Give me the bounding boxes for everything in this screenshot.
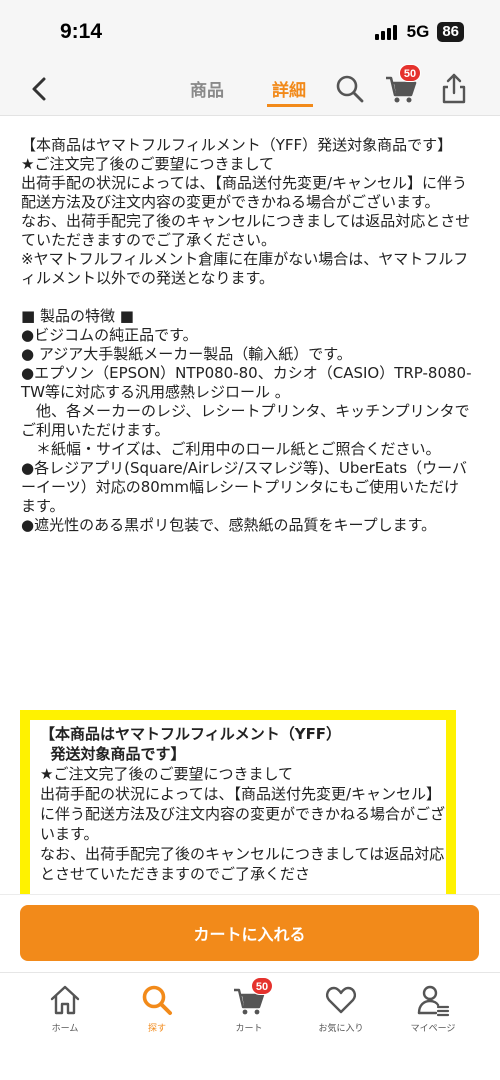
product-detail-content[interactable]: 【本商品はヤマトフルフィルメント（YFF）発送対象商品です】 ★ご注文完了後のご… xyxy=(0,116,500,894)
share-icon[interactable] xyxy=(440,72,468,104)
product-description: 【本商品はヤマトフルフィルメント（YFF）発送対象商品です】 ★ご注文完了後のご… xyxy=(21,136,472,534)
action-bar: カートに入れる xyxy=(0,894,500,972)
yff-notice-title: 【本商品はヤマトフルフィルメント（YFF） 発送対象商品です】 xyxy=(40,725,342,763)
yff-notice-text: 【本商品はヤマトフルフィルメント（YFF） 発送対象商品です】 ★ご注文完了後の… xyxy=(40,724,448,884)
status-time: 9:14 xyxy=(60,20,103,43)
tab-cart-label: カート xyxy=(235,1024,263,1034)
yff-notice-box: 【本商品はヤマトフルフィルメント（YFF） 発送対象商品です】 ★ご注文完了後の… xyxy=(20,710,456,894)
tab-cart[interactable]: 50 カート xyxy=(201,977,297,1034)
tab-favorites[interactable]: お気に入り xyxy=(293,983,389,1034)
home-icon xyxy=(50,985,80,1015)
tab-mypage-label: マイページ xyxy=(410,1024,456,1034)
status-bar: 9:14 5G 86 xyxy=(0,0,500,62)
tab-search[interactable]: 探す xyxy=(109,983,205,1034)
nav-bar: 商品 詳細 50 xyxy=(0,62,500,116)
tab-home[interactable]: ホーム xyxy=(17,983,113,1034)
tab-search-label: 探す xyxy=(147,1024,166,1034)
battery-icon: 86 xyxy=(437,22,464,42)
yff-notice-body: ★ご注文完了後のご要望につきまして 出荷手配の状況によっては、【商品送付先変更/… xyxy=(40,765,446,883)
heart-icon xyxy=(326,986,356,1014)
bottom-tab-bar: ホーム 探す 50 カート お気に入り マイページ xyxy=(0,972,500,1080)
signal-icon xyxy=(374,24,397,40)
network-type: 5G xyxy=(406,22,430,41)
tab-mypage[interactable]: マイページ xyxy=(385,983,481,1034)
back-chevron-icon[interactable] xyxy=(28,74,52,104)
tab-home-label: ホーム xyxy=(51,1024,79,1034)
person-icon xyxy=(417,985,450,1017)
add-to-cart-button[interactable]: カートに入れる xyxy=(20,905,479,961)
active-tab-underline xyxy=(267,104,313,107)
tab-details[interactable]: 詳細 xyxy=(272,76,306,101)
search-icon[interactable] xyxy=(335,74,365,104)
tab-cart-badge: 50 xyxy=(251,977,273,995)
tab-favorites-label: お気に入り xyxy=(318,1024,364,1034)
cart-badge: 50 xyxy=(399,64,421,82)
search-icon xyxy=(142,985,172,1015)
status-indicators: 5G 86 xyxy=(374,22,464,42)
tab-product[interactable]: 商品 xyxy=(190,76,224,101)
